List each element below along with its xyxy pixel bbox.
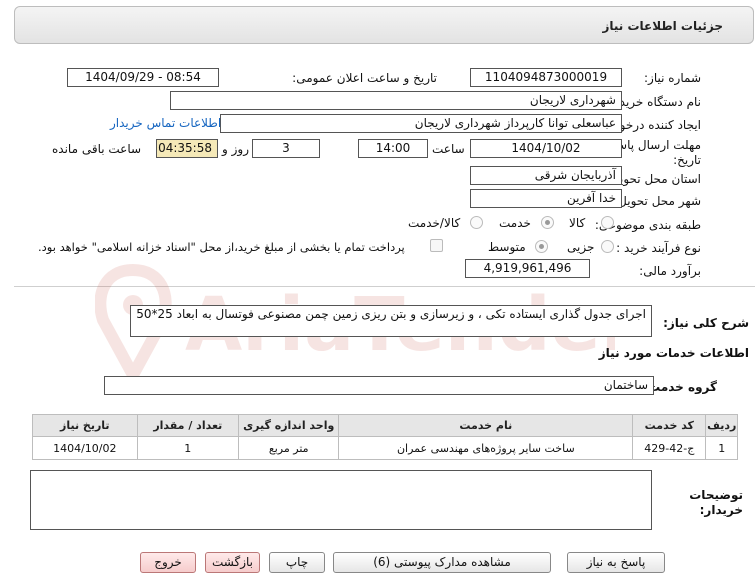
back-button[interactable]: بازگشت (205, 552, 260, 573)
deadline-time-label: ساعت (432, 142, 465, 156)
announce-datetime-value: 1404/09/29 - 08:54 (67, 68, 219, 87)
exit-button[interactable]: خروج (140, 552, 196, 573)
service-group-label: گروه خدمت: (643, 380, 717, 394)
description-value: اجرای جدول گذاری ایستاده تکی ، و زیرسازی… (130, 305, 652, 337)
requester-value: عباسعلی توانا کارپرداز شهرداری لاریجان (220, 114, 622, 133)
need-number-label: شماره نیاز: (644, 71, 701, 85)
budget-value: 4,919,961,496 (465, 259, 590, 278)
remaining-time-label: ساعت باقی مانده (52, 142, 142, 156)
process-type-label: نوع فرآیند خرید : (616, 241, 701, 255)
col-code-header: کد خدمت (632, 414, 707, 437)
col-name-header: نام خدمت (338, 414, 634, 437)
budget-label: برآورد مالی: (639, 264, 701, 278)
cell-row: 1 (705, 436, 738, 460)
page-title: جزئیات اطلاعات نیاز (602, 19, 723, 33)
remaining-time-value: 04:35:58 (156, 139, 218, 158)
process-option-medium: متوسط (488, 240, 526, 254)
attachments-button[interactable]: مشاهده مدارک پیوستی (6) (333, 552, 551, 573)
buyer-contact-link[interactable]: اطلاعات تماس خریدار (110, 116, 221, 130)
col-quantity-header: تعداد / مقدار (136, 414, 240, 437)
col-unit-header: واحد اندازه گیری (238, 414, 340, 437)
deadline-time-value: 14:00 (358, 139, 428, 158)
cell-name: ساخت سایر پروژه‌های مهندسی عمران (338, 436, 634, 460)
services-table-header: ردیف کد خدمت نام خدمت واحد اندازه گیری ت… (32, 414, 738, 437)
cell-date: 1404/10/02 (32, 436, 138, 460)
process-option-minor: جزیی (567, 240, 595, 254)
table-row: 1 ج-42-429 ساخت سایر پروژه‌های مهندسی عم… (32, 436, 738, 460)
col-row-header: ردیف (705, 414, 738, 437)
category-option-goods-service: کالا/خدمت (408, 216, 461, 230)
buyer-org-value: شهرداری لاریجان (170, 91, 622, 110)
process-radio-medium[interactable] (535, 240, 548, 253)
process-radio-minor[interactable] (601, 240, 614, 253)
services-table: ردیف کد خدمت نام خدمت واحد اندازه گیری ت… (32, 414, 738, 460)
deadline-date-value: 1404/10/02 (470, 139, 622, 158)
buyer-notes-value (30, 470, 652, 530)
cell-quantity: 1 (136, 436, 240, 460)
city-value: خدا آفرین (470, 189, 622, 208)
service-group-value: ساختمان (104, 376, 654, 395)
category-option-service: خدمت (499, 216, 531, 230)
treasury-payment-note: پرداخت تمام یا بخشی از مبلغ خرید،از محل … (38, 240, 405, 254)
col-date-header: تاریخ نیاز (32, 414, 138, 437)
page-header: جزئیات اطلاعات نیاز (14, 6, 754, 44)
announce-datetime-label: تاریخ و ساعت اعلان عمومی: (292, 71, 437, 85)
category-radio-goods[interactable] (601, 216, 614, 229)
description-label: شرح کلی نیاز: (663, 316, 749, 330)
deadline-days-value: 3 (252, 139, 320, 158)
category-radio-service[interactable] (541, 216, 554, 229)
province-value: آذربایجان شرقی (470, 166, 622, 185)
print-button[interactable]: چاپ (269, 552, 325, 573)
buyer-notes-label: توضیحات (689, 488, 743, 502)
category-option-goods: کالا (569, 216, 586, 230)
cell-unit: متر مربع (238, 436, 340, 460)
deadline-label-date: تاریخ: (673, 153, 701, 167)
treasury-payment-checkbox[interactable] (430, 239, 443, 252)
need-number-value: 1104094873000019 (470, 68, 622, 87)
category-radio-goods-service[interactable] (470, 216, 483, 229)
buyer-notes-label-2: خریدار: (699, 503, 743, 517)
section-divider (14, 286, 755, 287)
cell-code: ج-42-429 (632, 436, 707, 460)
reply-button[interactable]: پاسخ به نیاز (567, 552, 665, 573)
services-section-title: اطلاعات خدمات مورد نیاز (598, 346, 749, 360)
city-label: شهر محل تحویل: (614, 194, 701, 208)
deadline-days-label: روز و (222, 142, 249, 156)
